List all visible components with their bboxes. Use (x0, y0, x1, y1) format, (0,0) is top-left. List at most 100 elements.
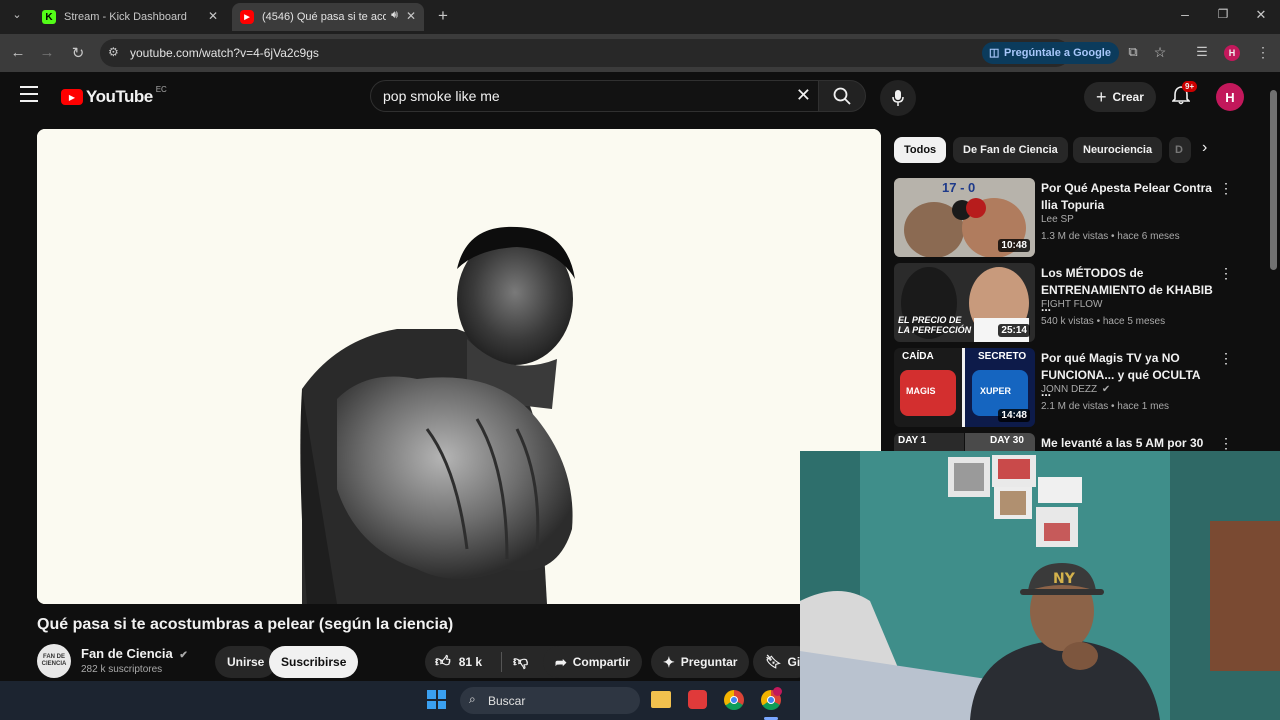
chevron-right-icon[interactable]: › (1202, 139, 1207, 157)
kick-icon: K (42, 10, 56, 24)
recommendation-title[interactable]: Me levanté a las 5 AM por 30 (1041, 435, 1213, 451)
recommendation-item[interactable]: DAY 1 DAY 30 Me levanté a las 5 AM por 3… (894, 433, 1234, 451)
join-label: Unirse (227, 655, 265, 669)
notifications-badge: 9+ (1182, 81, 1198, 92)
back-icon[interactable]: ← (9, 44, 27, 61)
chip-label: Neurociencia (1083, 144, 1153, 156)
more-options-icon[interactable]: ⋮ (1219, 350, 1233, 367)
tab-search-icon[interactable]: ⌄ (8, 8, 26, 21)
reading-list-icon[interactable]: ☰ (1193, 44, 1211, 60)
chip-label: D (1175, 144, 1183, 156)
reload-icon[interactable]: ↻ (69, 44, 87, 62)
recommendation-item[interactable]: CAÍDA SECRETO MAGIS XUPER 14:48 Por qué … (894, 348, 1234, 428)
channel-name-text: Fan de Ciencia (81, 646, 173, 661)
more-options-icon[interactable]: ⋮ (1219, 180, 1233, 197)
bookmark-star-icon[interactable]: ☆ (1151, 44, 1169, 61)
voice-search-button[interactable] (880, 80, 916, 116)
like-button[interactable]: 👍︎ 81 k (435, 653, 482, 671)
video-thumbnail[interactable]: EL PRECIO DE LA PERFECCIÓN 25:14 (894, 263, 1035, 342)
clear-search-icon[interactable]: ✕ (796, 85, 811, 106)
menu-kebab-icon[interactable]: ⋮ (1254, 44, 1272, 61)
recommendation-channel[interactable]: Lee SP (1041, 214, 1074, 225)
search-button[interactable] (818, 80, 866, 112)
join-button[interactable]: Unirse (215, 646, 277, 678)
chip-todos[interactable]: Todos (894, 137, 947, 163)
recommendation-title[interactable]: Por Qué Apesta Pelear Contra Ilia Topuri… (1041, 180, 1213, 214)
thumbnail-logo-left: MAGIS (906, 386, 936, 396)
logo-country: EC (155, 84, 167, 94)
forward-icon[interactable]: → (38, 44, 56, 61)
video-thumbnail[interactable]: DAY 1 DAY 30 (894, 433, 1035, 451)
taskbar-search[interactable]: ⌕ Buscar (460, 687, 640, 714)
ask-google-button[interactable]: ◫ Pregúntale a Google (982, 42, 1119, 64)
logo-text: YouTube (86, 87, 153, 106)
tab-title: (4546) Qué pasa si te acost... (262, 11, 386, 23)
window-close-icon[interactable]: ✕ (1252, 7, 1270, 23)
chrome-icon[interactable] (724, 690, 744, 710)
new-tab-icon[interactable]: + (434, 6, 452, 26)
scrollbar-thumb[interactable] (1270, 90, 1277, 270)
app-icon[interactable] (688, 690, 707, 709)
close-icon[interactable]: ✕ (208, 9, 218, 23)
recommendation-meta: 540 k vistas • hace 5 meses (1041, 316, 1166, 327)
verified-icon: ✔ (1101, 384, 1111, 395)
search-icon (833, 87, 851, 105)
close-icon[interactable]: ✕ (406, 9, 416, 23)
video-player[interactable] (37, 129, 881, 604)
install-icon[interactable]: ⧉ (1124, 44, 1142, 60)
youtube-logo[interactable]: ▶ YouTube EC (61, 84, 167, 107)
subscribe-button[interactable]: Suscribirse (269, 646, 359, 678)
subscriber-count: 282 k suscriptores (81, 664, 163, 675)
thumbnail-text-right: SECRETO (978, 351, 1027, 362)
profile-avatar[interactable]: H (1224, 45, 1240, 61)
recommendation-channel[interactable]: JONN DEZZ ✔ (1041, 384, 1110, 395)
hamburger-menu-icon[interactable] (20, 86, 38, 102)
recommendation-item[interactable]: EL PRECIO DE LA PERFECCIÓN 25:14 Los MÉT… (894, 263, 1234, 343)
youtube-play-icon: ▶ (61, 89, 83, 105)
page-scrollbar[interactable] (1268, 72, 1280, 450)
recommendation-item[interactable]: 17 - 0 10:48 Por Qué Apesta Pelear Contr… (894, 178, 1234, 258)
youtube-icon: ▶ (240, 10, 254, 24)
chip-fan-de-ciencia[interactable]: De Fan de Ciencia (953, 137, 1068, 163)
tab-kick-dashboard[interactable]: K Stream - Kick Dashboard ✕ (34, 3, 226, 31)
ask-google-label: Pregúntale a Google (1004, 47, 1111, 59)
recommendation-channel[interactable]: FIGHT FLOW (1041, 299, 1102, 310)
video-thumbnail[interactable]: CAÍDA SECRETO MAGIS XUPER 14:48 (894, 348, 1035, 427)
chrome-profile-icon[interactable] (761, 687, 782, 710)
chip-label: Todos (904, 144, 937, 156)
chip-neurociencia[interactable]: Neurociencia (1073, 137, 1163, 163)
ask-button[interactable]: ✦ Preguntar (651, 646, 750, 678)
url-field[interactable]: ⚙ youtube.com/watch?v=4-6jVa2c9gs (100, 39, 1070, 67)
notifications-bell-icon[interactable]: 9+ (1171, 81, 1198, 110)
share-button[interactable]: ➦ Compartir (543, 646, 643, 678)
plus-icon: + (1096, 86, 1107, 107)
webcam-image: NY (800, 451, 1280, 720)
ask-label: Preguntar (680, 655, 738, 669)
channel-avatar[interactable]: FAN DE CIENCIA (37, 644, 71, 678)
site-info-icon[interactable]: ⚙ (108, 45, 119, 59)
duration-badge: 25:14 (998, 324, 1030, 337)
restore-icon[interactable]: ❐ (1214, 7, 1232, 21)
share-icon: ➦ (555, 653, 567, 670)
duration-badge: 14:48 (998, 409, 1030, 422)
tab-youtube[interactable]: ▶ (4546) Qué pasa si te acost... 🔊︎ ✕ (232, 3, 424, 31)
user-avatar[interactable]: H (1216, 83, 1244, 111)
chip-partial[interactable]: D (1169, 137, 1191, 163)
channel-name[interactable]: Fan de Ciencia ✔ (81, 646, 188, 661)
more-options-icon[interactable]: ⋮ (1219, 265, 1233, 282)
windows-start-icon[interactable] (427, 690, 446, 709)
file-explorer-icon[interactable] (651, 691, 671, 708)
video-thumbnail[interactable]: 17 - 0 10:48 (894, 178, 1035, 257)
search-input[interactable]: pop smoke like me ✕ (370, 80, 826, 112)
like-count: 81 k (458, 655, 483, 669)
youtube-header: ▶ YouTube EC pop smoke like me ✕ + Crear… (0, 72, 1268, 122)
more-options-icon[interactable]: ⋮ (1219, 435, 1233, 451)
speaker-icon[interactable]: 🔊︎ (391, 9, 398, 22)
thumbnail-text-right: DAY 30 (990, 435, 1024, 446)
thumbs-down-icon: 👎︎ (513, 653, 529, 670)
channel-text: JONN DEZZ (1041, 384, 1098, 395)
tab-title: Stream - Kick Dashboard (64, 11, 187, 23)
create-button[interactable]: + Crear (1084, 82, 1156, 112)
dislike-button[interactable]: 👎︎ (513, 653, 528, 671)
minimize-icon[interactable]: – (1176, 6, 1194, 22)
